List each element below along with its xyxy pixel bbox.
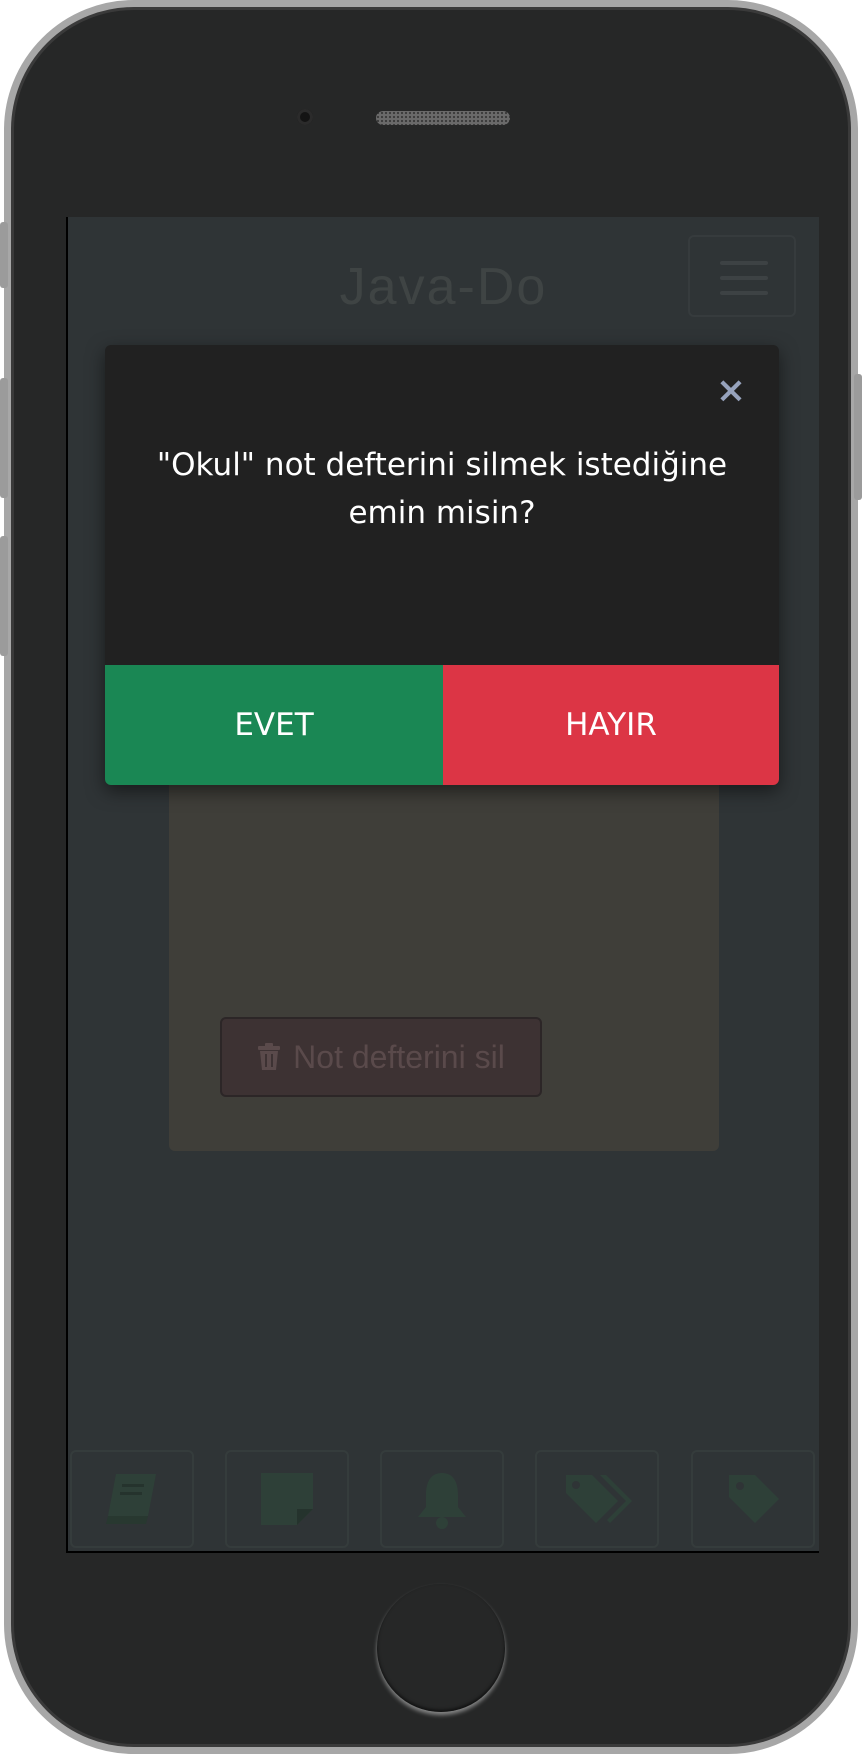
bottom-nav xyxy=(68,1450,819,1550)
hamburger-icon xyxy=(720,276,768,280)
home-button[interactable] xyxy=(377,1584,505,1712)
nav-reminders[interactable] xyxy=(380,1450,504,1548)
menu-toggle-button[interactable] xyxy=(688,235,796,317)
modal-message: "Okul" not defterini silmek istediğine e… xyxy=(135,441,749,537)
volume-down-button xyxy=(0,536,8,656)
delete-notebook-label: Not defterini sil xyxy=(293,1038,505,1075)
tags-icon xyxy=(566,1475,632,1523)
mute-switch xyxy=(0,222,8,288)
note-icon xyxy=(261,1473,313,1525)
confirm-no-button[interactable]: HAYIR xyxy=(443,665,779,785)
nav-tag[interactable] xyxy=(691,1450,815,1548)
nav-tags[interactable] xyxy=(535,1450,659,1548)
delete-confirm-modal: × "Okul" not defterini silmek istediğine… xyxy=(105,345,779,785)
close-icon[interactable]: × xyxy=(711,371,751,411)
nav-notes[interactable] xyxy=(225,1450,349,1548)
phone-frame: Java-Do Not defterini sil × "Okul" not d… xyxy=(4,0,858,1754)
power-button xyxy=(854,374,862,500)
notebook-card: Not defterini sil xyxy=(169,777,719,1151)
modal-message-line: "Okul" not defterini silmek istediğine xyxy=(156,447,728,483)
confirm-yes-button[interactable]: EVET xyxy=(105,665,443,785)
hamburger-icon xyxy=(720,261,768,265)
delete-notebook-button[interactable]: Not defterini sil xyxy=(220,1017,542,1097)
hamburger-icon xyxy=(720,291,768,295)
nav-notebooks[interactable] xyxy=(70,1450,194,1548)
tag-icon xyxy=(729,1475,779,1523)
notebook-icon xyxy=(106,1474,156,1524)
modal-message-line: emin misin? xyxy=(348,495,536,531)
bell-icon xyxy=(418,1473,466,1529)
volume-up-button xyxy=(0,378,8,498)
earpiece-speaker xyxy=(376,111,510,125)
modal-actions: EVET HAYIR xyxy=(105,665,779,785)
front-camera xyxy=(297,109,313,125)
trash-icon xyxy=(258,1043,281,1070)
